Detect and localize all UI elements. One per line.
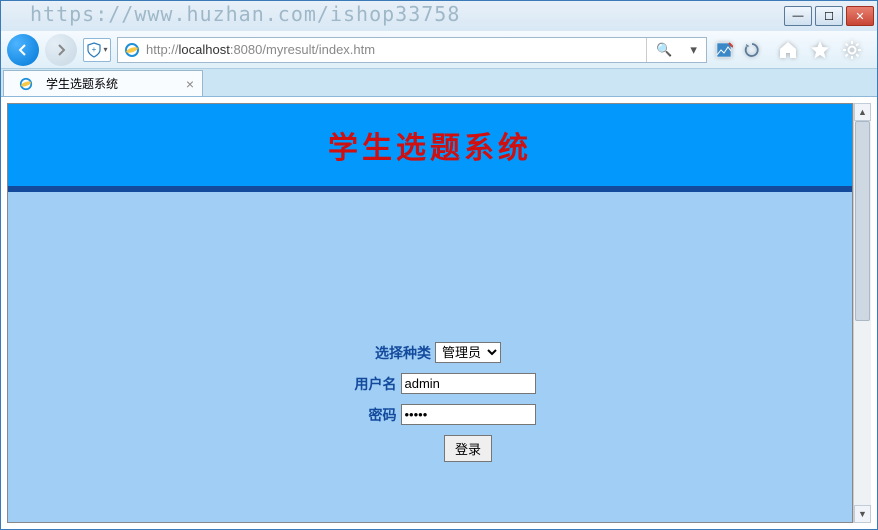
- maximize-button[interactable]: ☐: [815, 6, 843, 26]
- content-area: 学生选题系统 选择种类 管理员 用户名 密码: [1, 97, 877, 529]
- page-viewport: 学生选题系统 选择种类 管理员 用户名 密码: [7, 103, 853, 523]
- scroll-down-button[interactable]: ▼: [854, 505, 871, 523]
- settings-icon[interactable]: [841, 39, 863, 61]
- minimize-button[interactable]: —: [784, 6, 812, 26]
- search-section[interactable]: 🔍 ▾: [646, 38, 706, 62]
- favorites-icon[interactable]: [809, 39, 831, 61]
- page-header: 学生选题系统: [8, 104, 852, 192]
- forward-button[interactable]: [45, 34, 77, 66]
- type-label: 选择种类: [359, 343, 431, 363]
- username-row: 用户名: [325, 373, 536, 394]
- close-button[interactable]: ✕: [846, 6, 874, 26]
- scroll-up-button[interactable]: ▲: [854, 103, 871, 121]
- username-field[interactable]: [401, 373, 536, 394]
- login-form: 选择种类 管理员 用户名 密码 登录: [8, 192, 852, 462]
- scroll-track[interactable]: [854, 121, 871, 505]
- login-button[interactable]: 登录: [444, 435, 492, 462]
- back-button[interactable]: [7, 34, 39, 66]
- password-field[interactable]: [401, 404, 536, 425]
- tab-favicon: [16, 74, 36, 94]
- page-title: 学生选题系统: [328, 123, 532, 167]
- home-icon[interactable]: [777, 39, 799, 61]
- url-text: http://localhost:8080/myresult/index.htm: [146, 42, 646, 57]
- tab-title: 学生选题系统: [46, 75, 118, 92]
- submit-row: 登录: [368, 435, 492, 462]
- ie-icon: [122, 40, 142, 60]
- browser-window: — ☐ ✕ + ▾ http://localhost:8080/myresult…: [0, 0, 878, 530]
- navigation-bar: + ▾ http://localhost:8080/myresult/index…: [1, 31, 877, 69]
- type-row: 选择种类 管理员: [359, 342, 501, 363]
- nav-right-icons: [769, 39, 871, 61]
- username-label: 用户名: [325, 374, 397, 394]
- refresh-button[interactable]: [741, 39, 763, 61]
- compat-view-button[interactable]: + ▾: [83, 38, 111, 62]
- svg-text:+: +: [92, 45, 97, 54]
- window-titlebar: — ☐ ✕: [1, 1, 877, 31]
- tab-active[interactable]: 学生选题系统 ×: [3, 70, 203, 96]
- type-select[interactable]: 管理员: [435, 342, 501, 363]
- dropdown-icon: ▾: [690, 42, 697, 58]
- address-bar[interactable]: http://localhost:8080/myresult/index.htm…: [117, 37, 707, 63]
- scroll-thumb[interactable]: [855, 121, 870, 321]
- password-row: 密码: [325, 404, 536, 425]
- password-label: 密码: [325, 405, 397, 425]
- tab-close-icon[interactable]: ×: [186, 76, 194, 92]
- tab-bar: 学生选题系统 ×: [1, 69, 877, 97]
- broken-page-icon[interactable]: [713, 39, 735, 61]
- vertical-scrollbar[interactable]: ▲ ▼: [853, 103, 871, 523]
- search-icon: 🔍: [656, 42, 672, 58]
